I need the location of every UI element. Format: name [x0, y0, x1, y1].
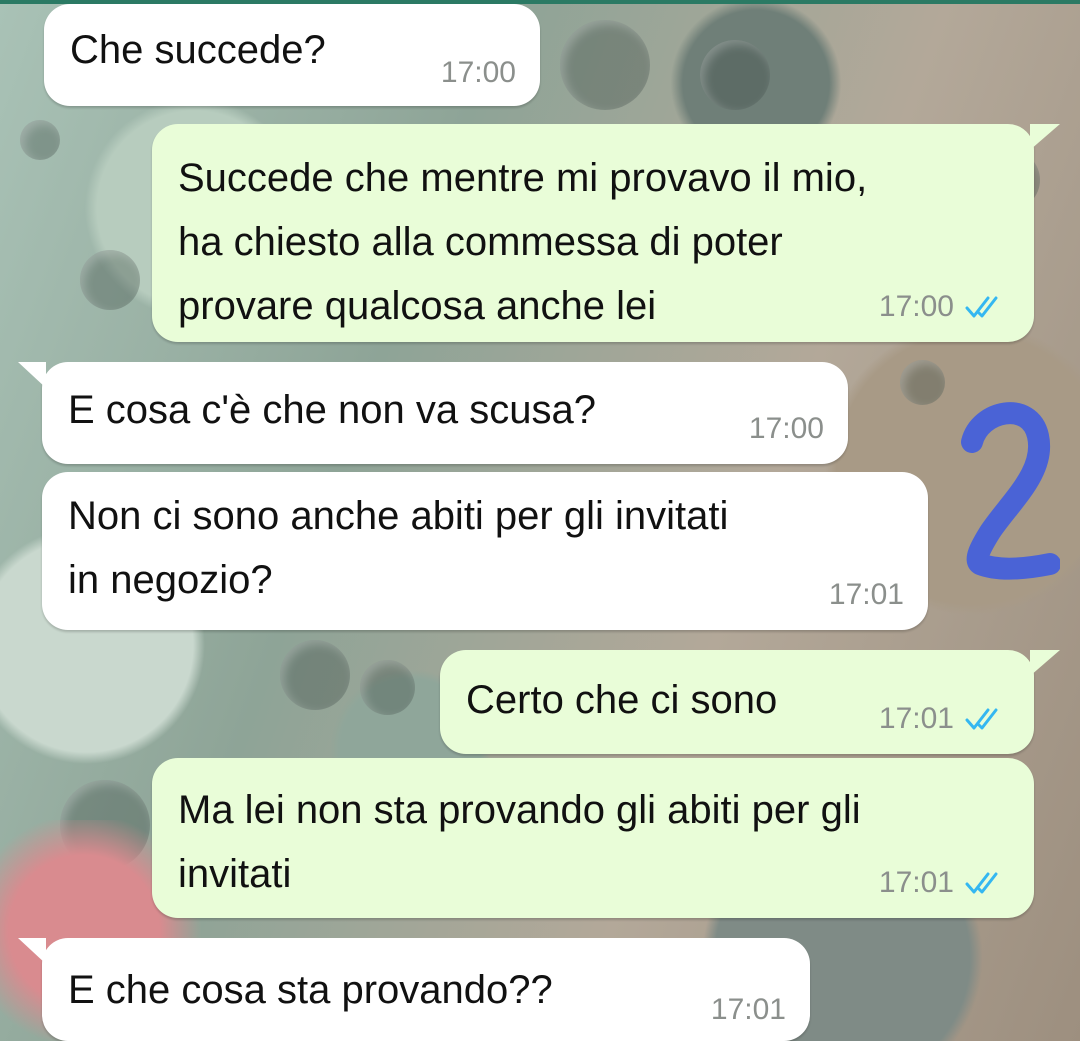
message-time: 17:01	[828, 578, 904, 611]
message-meta: 17:01	[711, 995, 786, 1025]
handwritten-number-annotation	[961, 402, 1060, 580]
message-time: 17:01	[878, 866, 954, 899]
double-check-icon	[965, 296, 998, 318]
message-time: 17:00	[748, 412, 824, 445]
message-incoming[interactable]: Non ci sono anche abiti per gli invitati…	[42, 472, 928, 630]
message-text: Ma lei non sta provando gli abiti per gl…	[178, 788, 861, 896]
message-outgoing[interactable]: Succede che mentre mi provavo il mio, ha…	[152, 124, 1034, 342]
message-incoming[interactable]: Che succede? 17:00	[44, 4, 540, 106]
message-incoming[interactable]: E che cosa sta provando?? 17:01	[42, 938, 810, 1041]
message-text: Certo che ci sono	[466, 678, 778, 722]
message-incoming[interactable]: E cosa c'è che non va scusa? 17:00	[42, 362, 848, 464]
message-time: 17:01	[710, 993, 786, 1026]
bubble-tail	[18, 362, 46, 388]
message-outgoing[interactable]: Ma lei non sta provando gli abiti per gl…	[152, 758, 1034, 918]
bubble-tail	[1030, 650, 1060, 676]
message-outgoing[interactable]: Certo che ci sono 17:01	[440, 650, 1034, 754]
message-text: Succede che mentre mi provavo il mio, ha…	[178, 156, 868, 328]
double-check-icon	[965, 872, 998, 894]
message-time: 17:01	[878, 702, 954, 735]
double-check-icon	[965, 708, 998, 730]
bubble-tail	[1030, 124, 1060, 150]
message-meta: 17:00	[749, 414, 824, 444]
message-text: E cosa c'è che non va scusa?	[68, 388, 596, 432]
message-text: E che cosa sta provando??	[68, 968, 553, 1012]
message-meta: 17:00	[441, 58, 516, 88]
message-meta: 17:01	[879, 704, 1010, 734]
message-text: Non ci sono anche abiti per gli invitati…	[68, 494, 729, 602]
message-meta: 17:01	[829, 580, 904, 610]
message-text: Che succede?	[70, 28, 326, 72]
bubble-tail	[18, 938, 46, 964]
message-meta: 17:00	[879, 292, 1010, 322]
message-time: 17:00	[440, 56, 516, 89]
message-meta: 17:01	[879, 868, 1010, 898]
message-time: 17:00	[878, 290, 954, 323]
